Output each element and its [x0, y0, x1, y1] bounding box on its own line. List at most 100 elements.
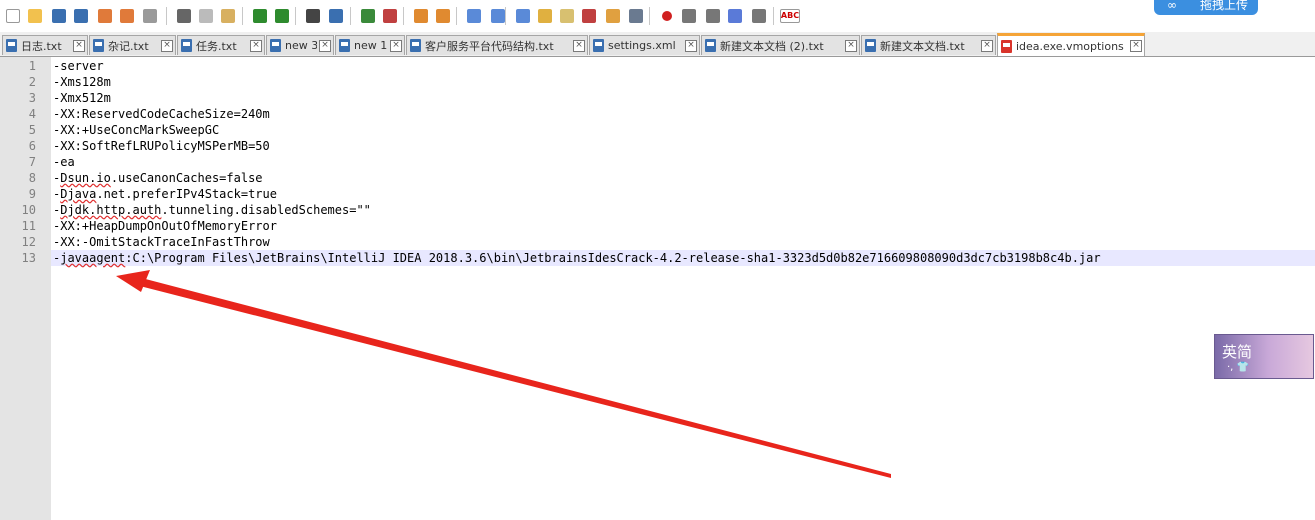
- sync-vertical-button[interactable]: [412, 7, 430, 25]
- folder-workspace-button[interactable]: [604, 7, 622, 25]
- redo-button[interactable]: [273, 7, 291, 25]
- cloud-link-icon: ∞: [1167, 0, 1177, 12]
- play-macro-button[interactable]: [704, 7, 722, 25]
- indent-guide-button[interactable]: [514, 7, 532, 25]
- tab-label: 日志.txt: [21, 39, 62, 53]
- cloud-upload-button[interactable]: ∞ 拖拽上传: [1154, 0, 1258, 15]
- tab-close-icon[interactable]: ×: [73, 39, 85, 52]
- tab-4[interactable]: new 1 ×: [335, 35, 405, 55]
- tab-close-icon[interactable]: ×: [685, 39, 697, 52]
- function-list-button[interactable]: [580, 7, 598, 25]
- editor-text-area[interactable]: -server -Xms128m -Xmx512m -XX:ReservedCodeC…: [51, 57, 1315, 520]
- spell-check-button[interactable]: ABC: [780, 7, 800, 25]
- print-button[interactable]: [141, 7, 159, 25]
- paste-button[interactable]: [219, 7, 237, 25]
- save-icon: [52, 9, 66, 23]
- code-line[interactable]: -Xms128m: [51, 74, 1315, 90]
- cut-button[interactable]: [175, 7, 193, 25]
- new-file-button[interactable]: [4, 7, 22, 25]
- undo-icon: [253, 9, 267, 23]
- code-line[interactable]: -Djdk.http.auth.tunneling.disabledScheme…: [51, 202, 1315, 218]
- save-all-button[interactable]: [72, 7, 90, 25]
- tab-6[interactable]: settings.xml ×: [589, 35, 700, 55]
- toolbar-separator: [295, 7, 296, 25]
- word-wrap-button[interactable]: [465, 7, 483, 25]
- tab-9[interactable]: idea.exe.vmoptions ×: [997, 33, 1145, 56]
- toolbar-separator: [649, 7, 650, 25]
- code-line[interactable]: -server: [51, 58, 1315, 74]
- tab-label: idea.exe.vmoptions: [1016, 39, 1124, 53]
- document-map-icon: [560, 9, 574, 23]
- tab-label: 任务.txt: [196, 39, 237, 53]
- record-macro-icon: [662, 11, 672, 21]
- tab-close-icon[interactable]: ×: [390, 39, 402, 52]
- tab-2[interactable]: 任务.txt ×: [177, 35, 265, 55]
- code-line[interactable]: -Djava.net.preferIPv4Stack=true: [51, 186, 1315, 202]
- sync-vertical-icon: [414, 9, 428, 23]
- record-macro-button[interactable]: [658, 7, 676, 25]
- user-language-button[interactable]: [536, 7, 554, 25]
- tab-7[interactable]: 新建文本文档 (2).txt ×: [701, 35, 860, 55]
- ime-mode-label: 英简: [1222, 343, 1253, 361]
- tab-0[interactable]: 日志.txt ×: [2, 35, 88, 55]
- user-language-icon: [538, 9, 552, 23]
- ime-status-widget[interactable]: 英简 ·, 👕: [1214, 334, 1314, 379]
- code-line[interactable]: -Dsun.io.useCanonCaches=false: [51, 170, 1315, 186]
- run-macro-multiple-button[interactable]: [726, 7, 744, 25]
- replace-button[interactable]: [327, 7, 345, 25]
- code-line[interactable]: -XX:SoftRefLRUPolicyMSPerMB=50: [51, 138, 1315, 154]
- stop-recording-button[interactable]: [680, 7, 698, 25]
- tab-label: 新建文本文档 (2).txt: [720, 39, 824, 53]
- zoom-out-button[interactable]: [381, 7, 399, 25]
- file-unsaved-icon: [1001, 39, 1012, 53]
- file-saved-icon: [93, 39, 104, 52]
- stop-recording-icon: [682, 9, 696, 23]
- zoom-in-button[interactable]: [359, 7, 377, 25]
- code-line[interactable]: -Xmx512m: [51, 90, 1315, 106]
- code-line[interactable]: -XX:ReservedCodeCacheSize=240m: [51, 106, 1315, 122]
- code-line[interactable]: -XX:+HeapDumpOnOutOfMemoryError: [51, 218, 1315, 234]
- code-line[interactable]: -ea: [51, 154, 1315, 170]
- spelling-error: Djava: [60, 187, 97, 201]
- show-all-chars-icon: [491, 9, 505, 23]
- open-file-button[interactable]: [26, 7, 44, 25]
- tab-close-icon[interactable]: ×: [319, 39, 331, 52]
- tab-close-icon[interactable]: ×: [250, 39, 262, 52]
- sync-horizontal-button[interactable]: [434, 7, 452, 25]
- tab-bar: 日志.txt × 杂记.txt × 任务.txt × new 3 × new 1 × 客户服务平台代…: [0, 32, 1315, 57]
- tab-close-icon[interactable]: ×: [845, 39, 857, 52]
- spelling-error: javaagent: [60, 251, 126, 265]
- code-line[interactable]: -XX:-OmitStackTraceInFastThrow: [51, 234, 1315, 250]
- document-map-button[interactable]: [558, 7, 576, 25]
- close-button[interactable]: [96, 7, 114, 25]
- copy-button[interactable]: [197, 7, 215, 25]
- tab-close-icon[interactable]: ×: [573, 39, 585, 52]
- line-number: 10: [21, 203, 36, 217]
- tab-close-icon[interactable]: ×: [981, 39, 993, 52]
- close-all-button[interactable]: [118, 7, 136, 25]
- monitoring-button[interactable]: [627, 7, 645, 25]
- spelling-error: Djdk.http.auth: [60, 203, 162, 217]
- close-icon: [98, 9, 112, 23]
- save-button[interactable]: [50, 7, 68, 25]
- file-saved-icon: [181, 39, 192, 52]
- code-line[interactable]: -XX:+UseConcMarkSweepGC: [51, 122, 1315, 138]
- find-button[interactable]: [304, 7, 322, 25]
- tab-close-icon[interactable]: ×: [1130, 40, 1142, 52]
- paste-icon: [221, 9, 235, 23]
- tab-close-icon[interactable]: ×: [161, 39, 173, 52]
- tab-8[interactable]: 新建文本文档.txt ×: [861, 35, 996, 55]
- save-macro-button[interactable]: [750, 7, 768, 25]
- close-all-icon: [120, 9, 134, 23]
- function-list-icon: [582, 9, 596, 23]
- undo-button[interactable]: [251, 7, 269, 25]
- file-saved-icon: [593, 39, 604, 52]
- monitoring-icon: [629, 9, 643, 23]
- folder-workspace-icon: [606, 9, 620, 23]
- tab-1[interactable]: 杂记.txt ×: [89, 35, 176, 55]
- play-macro-icon: [706, 9, 720, 23]
- tab-3[interactable]: new 3 ×: [266, 35, 334, 55]
- file-saved-icon: [865, 39, 876, 52]
- code-line[interactable]: -javaagent:C:\Program Files\JetBrains\In…: [51, 250, 1315, 266]
- tab-5[interactable]: 客户服务平台代码结构.txt ×: [406, 35, 588, 55]
